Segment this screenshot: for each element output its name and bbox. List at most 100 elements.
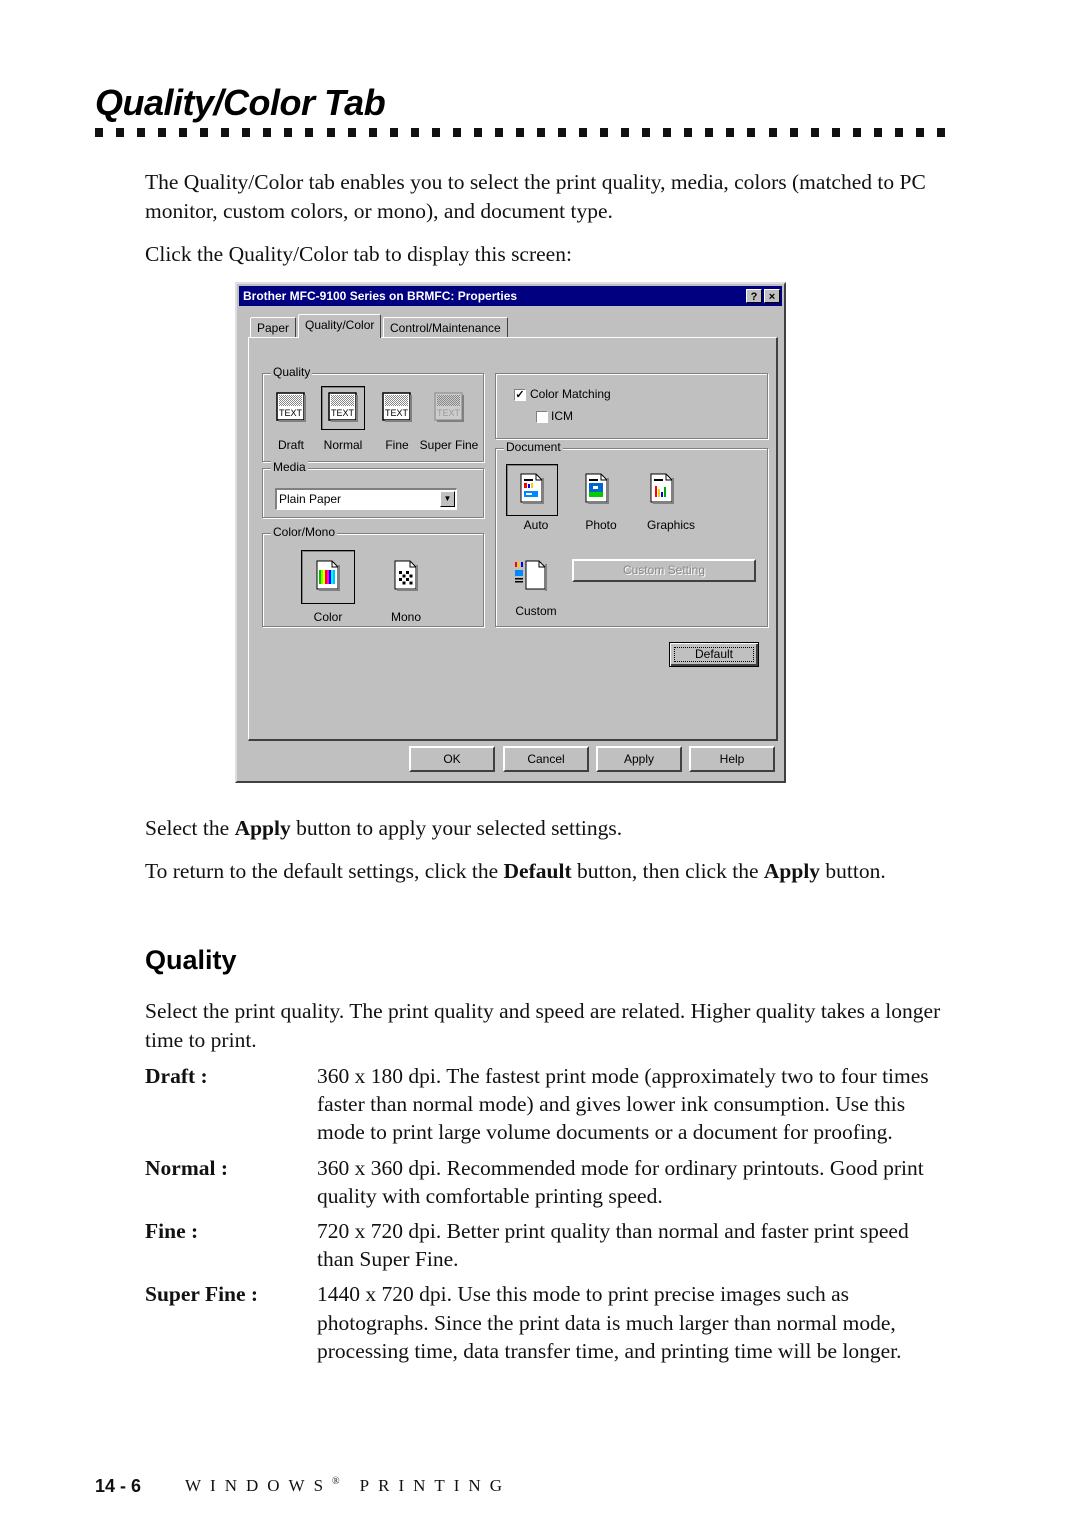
- quality-mode-term: Draft :: [145, 1064, 208, 1088]
- icm-checkbox[interactable]: [536, 411, 548, 423]
- help-button[interactable]: Help: [689, 746, 775, 772]
- apply-button[interactable]: Apply: [596, 746, 682, 772]
- quality-mode-description: 360 x 180 dpi. The fastest print mode (a…: [317, 1064, 929, 1145]
- rule-dot: [684, 128, 693, 137]
- svg-text:TEXT: TEXT: [279, 408, 303, 418]
- registered-mark: ®: [332, 1476, 340, 1488]
- auto-document-icon: [516, 472, 548, 509]
- quality-option-draft[interactable]: TEXT: [269, 386, 313, 430]
- close-icon[interactable]: ×: [764, 289, 780, 303]
- properties-dialog: Brother MFC-9100 Series on BRMFC: Proper…: [235, 282, 786, 783]
- quality-option-super-fine: TEXT: [427, 386, 471, 430]
- graphics-document-icon: [646, 472, 678, 509]
- rule-dot: [558, 128, 567, 137]
- quality-option-fine[interactable]: TEXT: [375, 386, 419, 430]
- bold-text: Apply: [234, 816, 291, 840]
- rule-dot: [473, 128, 482, 137]
- rule-dot: [389, 128, 398, 137]
- icm-label: ICM: [551, 409, 573, 423]
- rule-dot: [894, 128, 903, 137]
- document-type-auto[interactable]: [506, 464, 558, 516]
- rule-dot: [179, 128, 188, 137]
- quality-heading: Quality: [145, 945, 237, 975]
- rule-dot: [536, 128, 545, 137]
- quality-mode-item: Normal : 360 x 360 dpi. Recommended mode …: [145, 1154, 945, 1210]
- quality-mode-item: Draft : 360 x 180 dpi. The fastest print …: [145, 1062, 945, 1147]
- color-mono-group-label: Color/Mono: [271, 525, 338, 539]
- rule-dot: [158, 128, 167, 137]
- rule-dot: [116, 128, 125, 137]
- quality-option-label: Super Fine: [419, 438, 479, 452]
- rule-dot: [663, 128, 672, 137]
- tab-control-maintenance[interactable]: Control/Maintenance: [383, 317, 508, 337]
- rule-dot: [915, 128, 924, 137]
- media-selected-value: Plain Paper: [279, 492, 342, 506]
- apply-paragraph: Select the Apply button to apply your se…: [145, 814, 945, 843]
- text: button, then click the: [571, 859, 764, 883]
- color-matching-label: Color Matching: [530, 387, 611, 401]
- rule-dot: [726, 128, 735, 137]
- svg-text:TEXT: TEXT: [385, 408, 409, 418]
- document-type-label: Custom: [515, 604, 557, 618]
- click-instruction: Click the Quality/Color tab to display t…: [145, 242, 572, 266]
- document-type-label: Photo: [585, 518, 617, 532]
- document-type-photo[interactable]: [571, 464, 623, 516]
- rule-dot: [137, 128, 146, 137]
- ok-button[interactable]: OK: [409, 746, 495, 772]
- text: button to apply your selected settings.: [290, 816, 623, 840]
- rule-dot: [431, 128, 440, 137]
- document-type-custom[interactable]: [506, 550, 558, 602]
- document-type-graphics[interactable]: [636, 464, 688, 516]
- rule-dot: [410, 128, 419, 137]
- tab-quality-color[interactable]: Quality/Color: [298, 314, 382, 338]
- color-matching-group: [495, 373, 768, 439]
- rule-dot: [347, 128, 356, 137]
- rule-dot: [200, 128, 209, 137]
- quality-option-normal[interactable]: TEXT: [321, 386, 365, 430]
- custom-setting-button[interactable]: Custom Setting: [572, 559, 756, 582]
- rule-dot: [852, 128, 861, 137]
- rule-dot: [621, 128, 630, 137]
- tab-panel: Quality TEXT Draft TEXT Normal TEXT Fine…: [248, 337, 778, 741]
- dialog-title: Brother MFC-9100 Series on BRMFC: Proper…: [243, 289, 518, 303]
- rule-dot: [452, 128, 461, 137]
- tab-paper[interactable]: Paper: [250, 317, 297, 337]
- media-group-label: Media: [271, 460, 308, 474]
- text: button.: [820, 859, 886, 883]
- rule-dot: [515, 128, 524, 137]
- rule-dot: [747, 128, 756, 137]
- quality-mode-description: 1440 x 720 dpi. Use this mode to print p…: [317, 1282, 902, 1363]
- svg-text:TEXT: TEXT: [437, 408, 461, 418]
- quality-mode-term: Super Fine :: [145, 1282, 259, 1307]
- page-footer: 14 - 6 WINDOWS® PRINTING: [95, 1476, 502, 1497]
- rule-dot: [810, 128, 819, 137]
- rule-dot: [368, 128, 377, 137]
- rule-dot: [305, 128, 314, 137]
- default-button[interactable]: Default: [669, 642, 759, 667]
- quality-group-label: Quality: [271, 365, 313, 379]
- rule-dot: [873, 128, 882, 137]
- color-matching-checkbox[interactable]: ✓: [514, 389, 526, 401]
- dotted-rule-divider: [95, 128, 945, 137]
- bold-text: Default: [503, 859, 572, 883]
- media-dropdown[interactable]: Plain Paper ▼: [275, 488, 457, 510]
- dialog-titlebar: Brother MFC-9100 Series on BRMFC: Proper…: [239, 286, 782, 306]
- rule-dot: [263, 128, 272, 137]
- text-sample-icon: TEXT: [381, 391, 413, 426]
- custom-document-icon: [514, 559, 550, 594]
- section-text: WINDOWS: [185, 1476, 333, 1495]
- bold-text: Apply: [763, 859, 821, 883]
- rule-dot: [579, 128, 588, 137]
- rule-dot: [705, 128, 714, 137]
- page-title: Quality/Color Tab: [95, 82, 386, 123]
- quality-mode-description: 360 x 360 dpi. Recommended mode for ordi…: [317, 1155, 924, 1208]
- rule-dot: [600, 128, 609, 137]
- document-group-label: Document: [504, 440, 563, 454]
- cancel-button[interactable]: Cancel: [503, 746, 589, 772]
- quality-mode-term: Normal :: [145, 1155, 228, 1180]
- text: To return to the default settings, click…: [145, 859, 504, 883]
- rule-dot: [936, 128, 945, 137]
- quality-mode-item: Fine : 720 x 720 dpi. Better print qualit…: [145, 1217, 945, 1273]
- chevron-down-icon[interactable]: ▼: [440, 491, 455, 507]
- help-icon[interactable]: ?: [746, 289, 762, 303]
